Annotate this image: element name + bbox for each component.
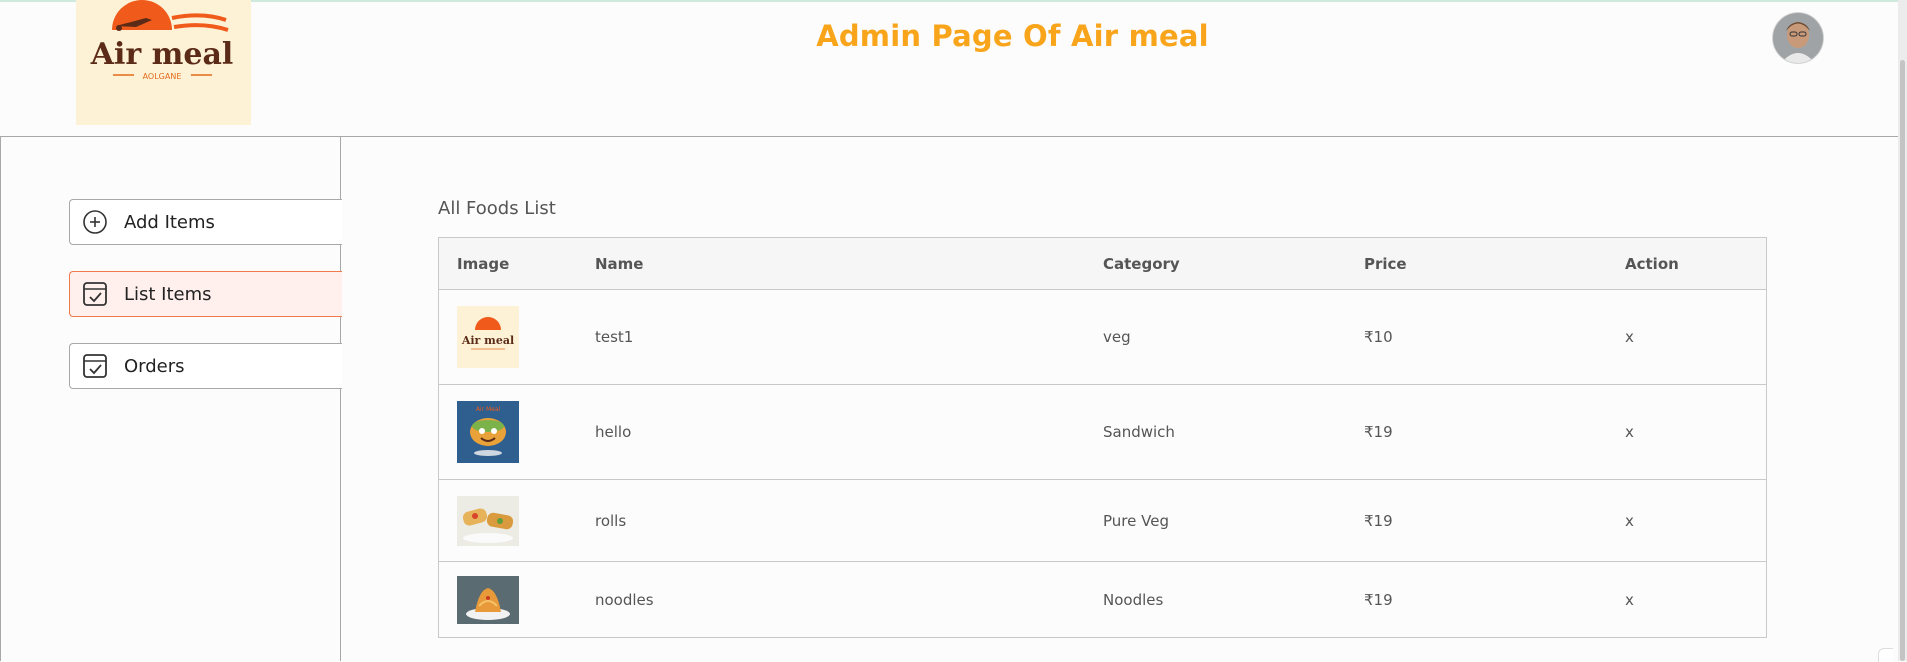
svg-text:Air Meal: Air Meal [476, 406, 501, 413]
food-thumbnail [457, 495, 519, 546]
food-thumbnail: Air meal [457, 306, 519, 368]
table-row: rolls Pure Veg ₹19 x [439, 480, 1766, 562]
checkbox-icon [82, 353, 108, 379]
remove-item-button[interactable]: x [1625, 423, 1634, 441]
sidebar-item-add-items[interactable]: Add Items [69, 199, 342, 245]
checkbox-icon [82, 281, 108, 307]
svg-text:Air meal: Air meal [461, 334, 514, 347]
food-thumbnail [457, 576, 519, 624]
table-row: Air meal test1 veg ₹10 x [439, 290, 1766, 385]
food-category: veg [1103, 328, 1131, 346]
food-category: Sandwich [1103, 423, 1175, 441]
sidebar-item-orders[interactable]: Orders [69, 343, 342, 389]
food-category: Pure Veg [1103, 511, 1169, 530]
foods-table: Image Name Category Price Action Air mea… [438, 237, 1767, 638]
food-price: ₹19 [1364, 423, 1393, 441]
food-price: ₹10 [1364, 328, 1393, 346]
list-title: All Foods List [438, 198, 556, 219]
column-header-name: Name [595, 254, 644, 273]
sidebar-item-label: List Items [124, 283, 212, 305]
corner-widget [1878, 648, 1893, 662]
food-name: rolls [595, 511, 627, 530]
food-name: hello [595, 423, 632, 441]
remove-item-button[interactable]: x [1625, 591, 1634, 609]
table-row: Air Meal hello Sandwich ₹19 x [439, 385, 1766, 480]
remove-item-button[interactable]: x [1625, 512, 1634, 530]
sidebar-item-list-items[interactable]: List Items [69, 271, 342, 317]
remove-item-button[interactable]: x [1625, 328, 1634, 346]
column-header-price: Price [1364, 254, 1407, 273]
profile-avatar[interactable] [1773, 13, 1823, 63]
column-header-action: Action [1625, 254, 1679, 273]
table-header: Image Name Category Price Action [439, 238, 1766, 290]
food-category: Noodles [1103, 591, 1164, 609]
logo-subtext: AOLGANE [143, 72, 182, 81]
food-thumbnail: Air Meal [457, 401, 519, 463]
food-price: ₹19 [1364, 511, 1393, 530]
food-name: test1 [595, 328, 634, 346]
sidebar: Add Items List Items Orders [0, 137, 342, 661]
column-header-image: Image [457, 254, 510, 273]
page-title: Admin Page Of Air meal [816, 19, 1209, 53]
sidebar-item-label: Orders [124, 355, 185, 377]
food-price: ₹19 [1364, 591, 1393, 609]
admin-header: Air meal AOLGANE Admin Page Of Air meal [0, 0, 1898, 137]
column-header-category: Category [1103, 254, 1180, 273]
scrollbar-thumb[interactable] [1900, 60, 1905, 661]
food-name: noodles [595, 591, 654, 609]
add-circle-icon [82, 209, 108, 235]
table-row: noodles Noodles ₹19 x [439, 562, 1766, 638]
sidebar-item-label: Add Items [124, 211, 215, 233]
